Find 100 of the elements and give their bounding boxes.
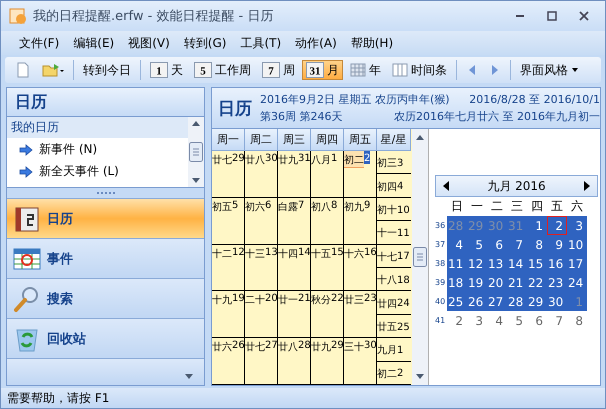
day-cell[interactable]: 十三13 xyxy=(245,244,278,292)
date-cell[interactable]: 23 xyxy=(547,273,567,292)
date-cell[interactable]: 20 xyxy=(487,273,507,292)
month-title: 九月 2016 xyxy=(487,178,546,194)
day-cell[interactable]: 初五5 xyxy=(212,198,245,245)
close-icon xyxy=(579,11,589,21)
date-cell[interactable]: 8 xyxy=(527,235,547,254)
date-cell[interactable]: 12 xyxy=(467,254,487,273)
date-cell[interactable]: 15 xyxy=(527,254,547,273)
day-cell[interactable]: 初八8 xyxy=(311,198,344,245)
date-cell[interactable]: 1 xyxy=(527,216,547,235)
date-cell[interactable]: 25 xyxy=(447,292,467,311)
day-cell[interactable]: 廿四24 xyxy=(377,291,411,315)
date-cell[interactable]: 3 xyxy=(567,216,587,235)
view-button[interactable]: 7 周 xyxy=(258,60,299,80)
day-cell[interactable]: 廿六26 xyxy=(212,338,245,385)
date-cell[interactable]: 18 xyxy=(447,273,467,292)
menu-item[interactable]: 转到(G) xyxy=(178,32,232,54)
day-cell[interactable]: 九月 1 xyxy=(377,338,411,362)
date-cell[interactable]: 2 xyxy=(447,311,467,330)
day-cell[interactable]: 十九19 xyxy=(212,291,245,338)
date-cell[interactable]: 27 xyxy=(487,292,507,311)
menu-item[interactable]: 文件(F) xyxy=(13,32,66,54)
day-cell[interactable]: 初十10 xyxy=(377,198,411,222)
weekday-label: 一 xyxy=(470,198,484,215)
date-cell[interactable]: 7 xyxy=(547,311,567,330)
date-cell[interactable]: 3 xyxy=(467,311,487,330)
day-cell[interactable]: 十五15 xyxy=(311,244,344,292)
date-cell[interactable]: 21 xyxy=(507,273,527,292)
date-cell[interactable]: 2 xyxy=(547,216,567,235)
day-cell[interactable]: 十二12 xyxy=(212,244,245,292)
date-cell[interactable]: 19 xyxy=(467,273,487,292)
day-cell[interactable]: 廿一21 xyxy=(278,291,311,338)
action-link[interactable]: 新全天事件 (L) xyxy=(39,163,119,180)
day-cell[interactable]: 廿七27 xyxy=(245,338,278,385)
nav-button[interactable]: 事件 xyxy=(7,238,204,278)
view-button[interactable]: 5 工作周 xyxy=(190,60,255,80)
day-cell[interactable]: 廿八30 xyxy=(245,151,278,198)
view-button[interactable]: 时间条 xyxy=(388,60,451,80)
date-cell[interactable]: 30 xyxy=(547,292,567,311)
scroll-thumb[interactable] xyxy=(189,142,203,162)
date-cell[interactable]: 10 xyxy=(567,235,587,254)
day-cell[interactable]: 初二2 xyxy=(377,362,411,384)
day-cell[interactable]: 十八18 xyxy=(377,268,411,290)
menu-item[interactable]: 视图(V) xyxy=(122,32,176,54)
toolbar-button[interactable]: 界面风格 xyxy=(516,60,583,80)
date-cell[interactable]: 26 xyxy=(467,292,487,311)
nav-button[interactable]: 日历 xyxy=(7,198,204,238)
date-cell[interactable]: 24 xyxy=(567,273,587,292)
scroll-thumb[interactable] xyxy=(413,247,427,267)
date-cell[interactable]: 16 xyxy=(547,254,567,273)
date-cell[interactable]: 9 xyxy=(547,235,567,254)
menu-item[interactable]: 编辑(E) xyxy=(67,32,120,54)
toolbar-button[interactable]: 转到今日 xyxy=(79,60,135,80)
action-link[interactable]: 新事件 (N) xyxy=(39,141,98,158)
day-cell[interactable]: 廿九29 xyxy=(311,338,344,385)
day-cell[interactable]: 廿九31 xyxy=(278,151,311,198)
date-cell[interactable]: 28 xyxy=(507,292,527,311)
date-cell[interactable]: 13 xyxy=(487,254,507,273)
nav-button[interactable]: 回收站 xyxy=(7,318,204,358)
day-cell[interactable]: 廿五25 xyxy=(377,314,411,338)
date-cell[interactable]: 5 xyxy=(507,311,527,330)
date-cell[interactable]: 8 xyxy=(567,311,587,330)
day-cell[interactable]: 初四4 xyxy=(377,174,411,197)
arrow-icon xyxy=(19,144,33,156)
weekday-label: 四 xyxy=(530,198,544,215)
day-cell[interactable]: 十七17 xyxy=(377,244,411,268)
day-cell[interactable]: 白露7 xyxy=(278,198,311,245)
date-cell[interactable]: 7 xyxy=(507,235,527,254)
nav-button[interactable]: 搜索 xyxy=(7,278,204,318)
view-button[interactable]: 1 天 xyxy=(146,60,187,80)
date-cell[interactable]: 11 xyxy=(447,254,467,273)
day-cell[interactable]: 廿三23 xyxy=(344,291,377,338)
menu-item[interactable]: 动作(A) xyxy=(289,32,343,54)
day-cell[interactable]: 初九9 xyxy=(344,198,377,245)
date-cell[interactable]: 4 xyxy=(447,235,467,254)
day-cell[interactable]: 初三3 xyxy=(377,151,411,174)
day-cell[interactable]: 廿七29 xyxy=(212,151,245,198)
day-cell[interactable]: 十四14 xyxy=(278,244,311,292)
date-cell[interactable]: 6 xyxy=(487,235,507,254)
day-cell[interactable]: 秋分22 xyxy=(311,291,344,338)
menu-item[interactable]: 帮助(H) xyxy=(344,32,400,54)
view-button[interactable]: 年 xyxy=(346,60,385,80)
date-cell[interactable]: 5 xyxy=(467,235,487,254)
maximize-icon xyxy=(547,11,557,21)
day-cell[interactable]: 初二2 xyxy=(344,151,377,198)
day-cell[interactable]: 十六16 xyxy=(344,244,377,292)
date-cell[interactable]: 22 xyxy=(527,273,547,292)
date-cell[interactable]: 14 xyxy=(507,254,527,273)
view-button[interactable]: 31 月 xyxy=(302,60,343,80)
day-cell[interactable]: 二十20 xyxy=(245,291,278,338)
menu-item[interactable]: 工具(T) xyxy=(234,32,288,54)
day-cell[interactable]: 三十30 xyxy=(344,338,377,385)
day-cell[interactable]: 初六6 xyxy=(245,198,278,245)
day-cell[interactable]: 廿八28 xyxy=(278,338,311,385)
date-cell[interactable]: 4 xyxy=(487,311,507,330)
day-cell[interactable]: 十一11 xyxy=(377,221,411,244)
date-cell[interactable]: 17 xyxy=(567,254,587,273)
date-cell[interactable]: 29 xyxy=(527,292,547,311)
date-cell[interactable]: 6 xyxy=(527,311,547,330)
